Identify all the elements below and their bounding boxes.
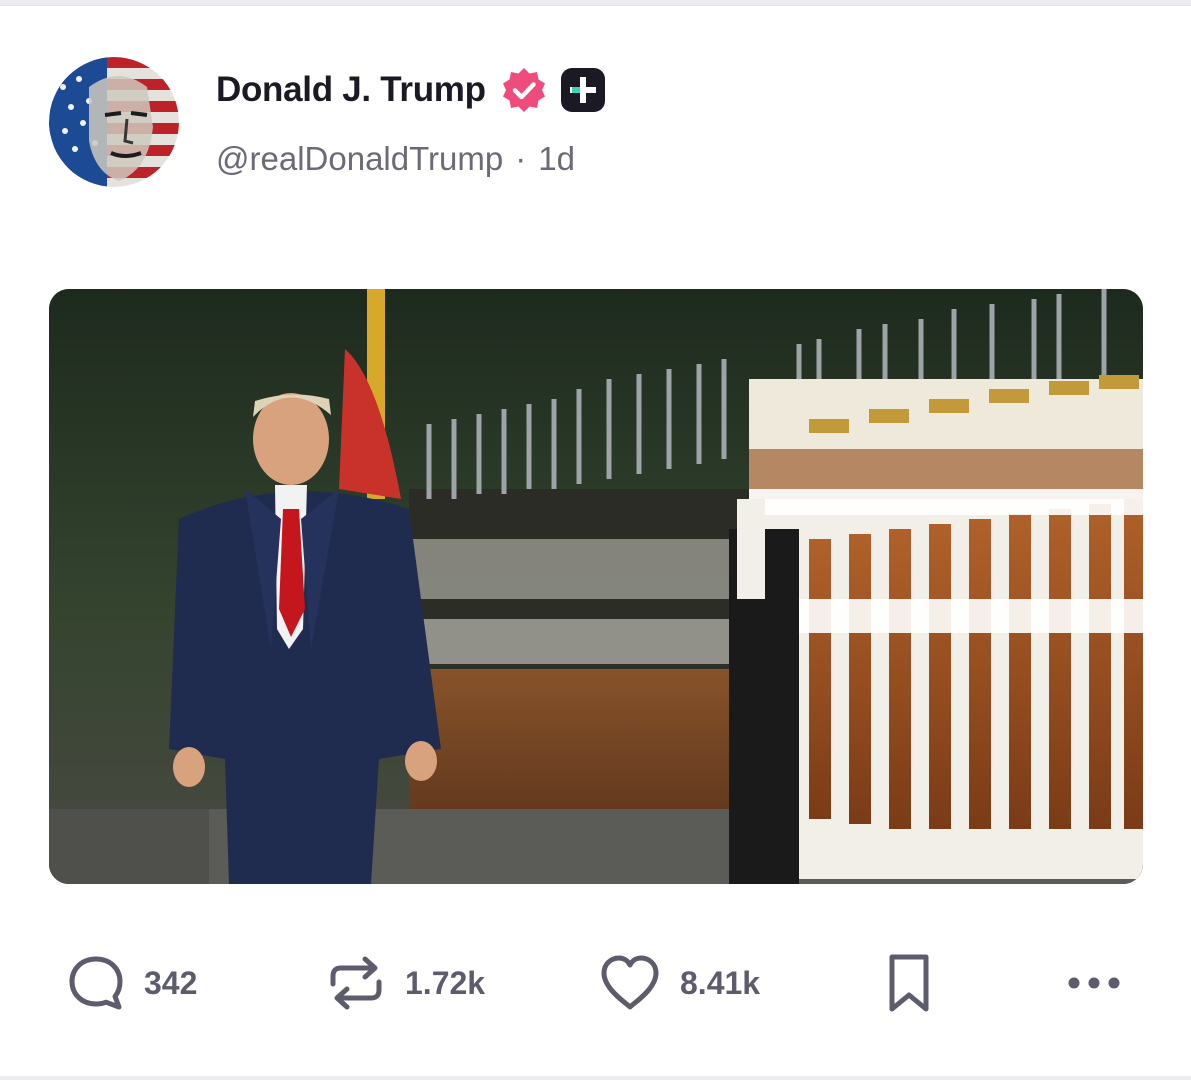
repost-count: 1.72k <box>405 964 486 1001</box>
top-divider <box>0 0 1191 6</box>
bookmark-icon <box>884 951 934 1015</box>
post-media-photo[interactable] <box>49 289 1143 884</box>
author-name-row: Donald J. Trump <box>216 66 606 114</box>
author-handle[interactable]: @realDonaldTrump <box>216 140 503 178</box>
post-action-bar: 342 1.72k 8.41k <box>0 945 1191 1021</box>
repost-arrows-icon <box>325 952 387 1014</box>
reply-button[interactable]: 342 <box>66 945 197 1021</box>
more-options-button[interactable] <box>1064 945 1124 1021</box>
bookmark-button[interactable] <box>884 945 934 1021</box>
more-dots-icon <box>1064 973 1124 993</box>
author-display-name[interactable]: Donald J. Trump <box>216 70 486 110</box>
author-avatar[interactable] <box>49 57 179 187</box>
verified-rosette-icon <box>500 66 548 114</box>
author-meta-row: @realDonaldTrump · 1d <box>216 139 575 179</box>
heart-icon <box>598 953 662 1013</box>
post-timestamp[interactable]: 1d <box>538 140 575 178</box>
honor-guard-photo <box>49 289 1143 884</box>
like-count: 8.41k <box>680 964 761 1001</box>
meta-separator: · <box>515 140 527 177</box>
repost-button[interactable]: 1.72k <box>325 945 485 1021</box>
like-button[interactable]: 8.41k <box>598 945 760 1021</box>
reply-count: 342 <box>144 964 198 1001</box>
plus-badge-icon <box>560 67 606 113</box>
bottom-divider <box>0 1076 1191 1080</box>
avatar-image <box>49 57 179 187</box>
speech-bubble-icon <box>66 953 126 1013</box>
